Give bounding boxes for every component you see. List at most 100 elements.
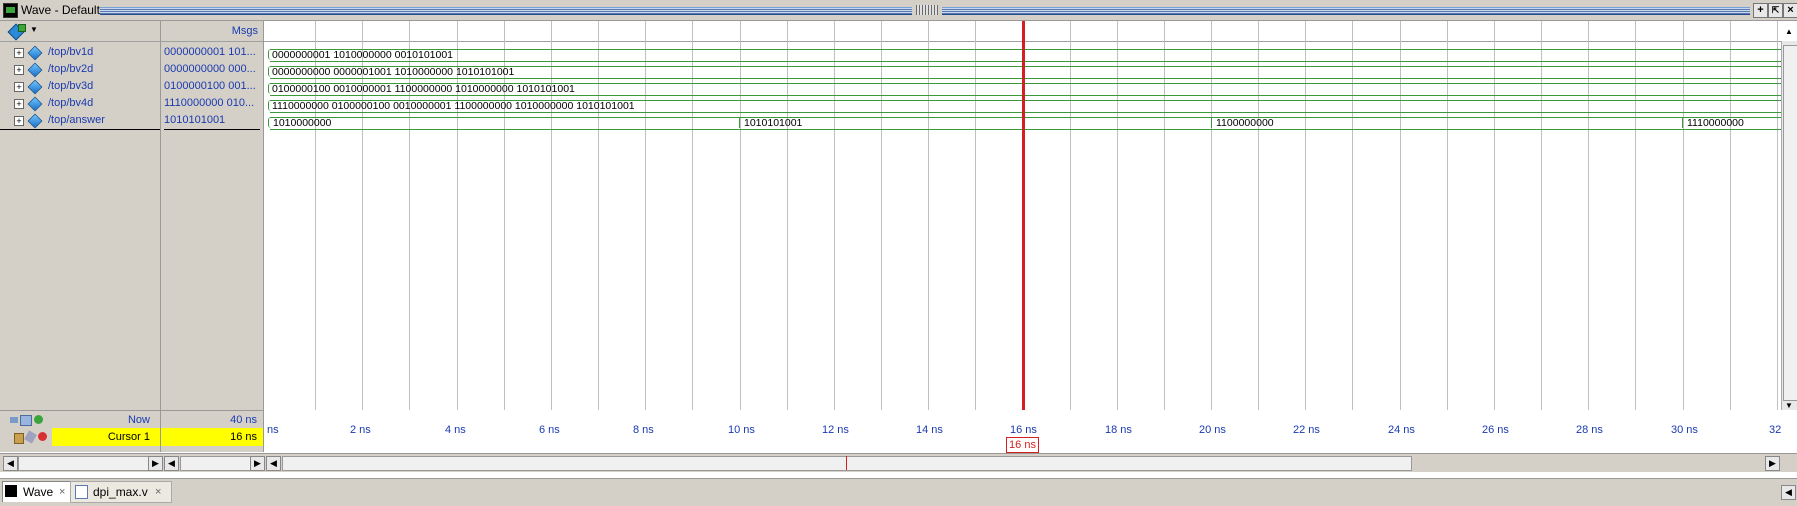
grid-line: [645, 21, 646, 410]
now-value: 40 ns: [230, 414, 257, 426]
value-pane-hscroll[interactable]: [180, 456, 252, 471]
signal-value: 0000000001 101...: [164, 46, 256, 58]
undock-icon[interactable]: ⇱: [1768, 3, 1783, 18]
signal-name: /top/bv3d: [48, 80, 94, 92]
close-icon[interactable]: ×: [155, 482, 161, 502]
bus-transition: [739, 117, 740, 128]
scroll-right-icon[interactable]: ▶: [250, 456, 265, 471]
expand-icon[interactable]: +: [14, 82, 24, 92]
grid-line: [315, 21, 316, 410]
tick-label: 4 ns: [445, 424, 466, 436]
grid-line: [1447, 21, 1448, 410]
grid-line: [834, 21, 835, 410]
signal-bus-icon: [27, 62, 43, 78]
cursor-marker: [846, 456, 847, 470]
bus-value: 0000000001 1010000000 0010101001: [272, 49, 454, 61]
signal-row-answer[interactable]: + /top/answer: [0, 112, 160, 130]
scroll-thumb[interactable]: [1783, 45, 1797, 401]
close-icon[interactable]: ×: [1783, 3, 1797, 18]
tick-label: 28 ns: [1576, 424, 1603, 436]
signal-row-bv4d[interactable]: + /top/bv4d: [0, 95, 160, 112]
cursor-label: Cursor 1: [107, 431, 150, 443]
bus-trace: [270, 117, 1781, 130]
grid-line: [1070, 21, 1071, 410]
window-title: Wave - Default: [21, 3, 100, 17]
scroll-right-icon[interactable]: ▶: [1765, 456, 1780, 471]
grid-line: [1305, 21, 1306, 410]
window-titlebar: Wave - Default + ⇱ ×: [0, 0, 1797, 21]
add-pane-icon[interactable]: +: [1753, 3, 1768, 18]
signal-value: 0100000100 001...: [164, 80, 256, 92]
scroll-right-icon[interactable]: ▶: [148, 456, 163, 471]
chevron-down-icon[interactable]: ▼: [30, 25, 38, 34]
signal-name: /top/bv1d: [48, 46, 94, 58]
tick-label: 22 ns: [1293, 424, 1320, 436]
scroll-down-icon[interactable]: ▼: [1785, 401, 1793, 410]
close-icon[interactable]: ×: [59, 482, 65, 502]
expand-icon[interactable]: +: [14, 99, 24, 109]
signal-name-pane: ▼ + /top/bv1d + /top/bv2d + /top/bv3d + …: [0, 21, 161, 452]
grid-line: [598, 21, 599, 410]
scroll-left-icon[interactable]: ◀: [266, 456, 281, 471]
signal-value: 1010101001: [164, 112, 260, 130]
now-row: Now: [0, 410, 160, 429]
signal-row-bv1d[interactable]: + /top/bv1d: [0, 44, 160, 61]
expand-icon[interactable]: +: [14, 48, 24, 58]
grid-line: [1730, 21, 1731, 410]
now-tools-icon[interactable]: [10, 414, 44, 426]
now-value-cell: 40 ns: [161, 410, 263, 429]
titlebar-stripe-left: [100, 7, 912, 15]
wave-pane-hscroll-thumb[interactable]: [282, 456, 1412, 471]
tab-dpi-max[interactable]: dpi_max.v ×: [70, 481, 172, 503]
signal-bus-icon: [27, 113, 43, 129]
grid-line: [1258, 21, 1259, 410]
signal-bus-icon: [27, 96, 43, 112]
grid-line: [1541, 21, 1542, 410]
tab-scroll-icon[interactable]: ◀: [1781, 485, 1796, 500]
grid-line: [1164, 21, 1165, 410]
tick-label: 16 ns: [1010, 424, 1037, 436]
signal-value-pane: Msgs 0000000001 101... 0000000000 000...…: [161, 21, 264, 452]
cursor-line[interactable]: [1022, 21, 1025, 410]
name-pane-header: ▼: [0, 21, 160, 42]
grid-line: [1211, 21, 1212, 410]
cursor-time-flag[interactable]: 16 ns: [1006, 437, 1039, 453]
grid-line: [1635, 21, 1636, 410]
bus-transition: [1211, 117, 1212, 128]
grid-line: [1352, 21, 1353, 410]
signal-name: /top/bv4d: [48, 97, 94, 109]
grid-line: [551, 21, 552, 410]
grid-line: [1400, 21, 1401, 410]
titlebar-stripe-right: [942, 7, 1750, 15]
scroll-up-icon[interactable]: ▲: [1785, 27, 1793, 36]
tick-label: 2 ns: [350, 424, 371, 436]
cursor-value: 16 ns: [230, 431, 257, 443]
tab-label: Wave: [23, 485, 54, 499]
tick-label: ns: [267, 424, 279, 436]
signal-bus-icon: [27, 79, 43, 95]
signal-name: /top/answer: [48, 114, 105, 126]
signal-row-bv2d[interactable]: + /top/bv2d: [0, 61, 160, 78]
expand-icon[interactable]: +: [14, 65, 24, 75]
bus-transition: [1682, 117, 1683, 128]
tab-wave[interactable]: Wave ×: [2, 481, 76, 502]
scroll-left-icon[interactable]: ◀: [3, 456, 18, 471]
wave-tab-icon: [5, 485, 17, 497]
grid-line: [457, 21, 458, 410]
cursor-row[interactable]: Cursor 1: [0, 428, 160, 446]
vertical-scrollbar[interactable]: ▲ ▼: [1781, 27, 1797, 410]
tick-label: 30 ns: [1671, 424, 1698, 436]
scroll-left-icon[interactable]: ◀: [164, 456, 179, 471]
grid-line: [1588, 21, 1589, 410]
grid-line: [1117, 21, 1118, 410]
expand-icon[interactable]: +: [14, 116, 24, 126]
bus-value: 0100000100 0010000001 1100000000 1010000…: [272, 83, 575, 95]
wave-tool-icon[interactable]: [7, 23, 26, 41]
titlebar-grip-handle[interactable]: [916, 5, 938, 15]
name-pane-hscroll[interactable]: [18, 456, 150, 471]
cursor-tools-icon[interactable]: [10, 430, 50, 444]
value-pane-header: Msgs: [161, 21, 263, 42]
signal-row-bv3d[interactable]: + /top/bv3d: [0, 78, 160, 95]
grid-line: [692, 21, 693, 410]
grid-line: [740, 21, 741, 410]
